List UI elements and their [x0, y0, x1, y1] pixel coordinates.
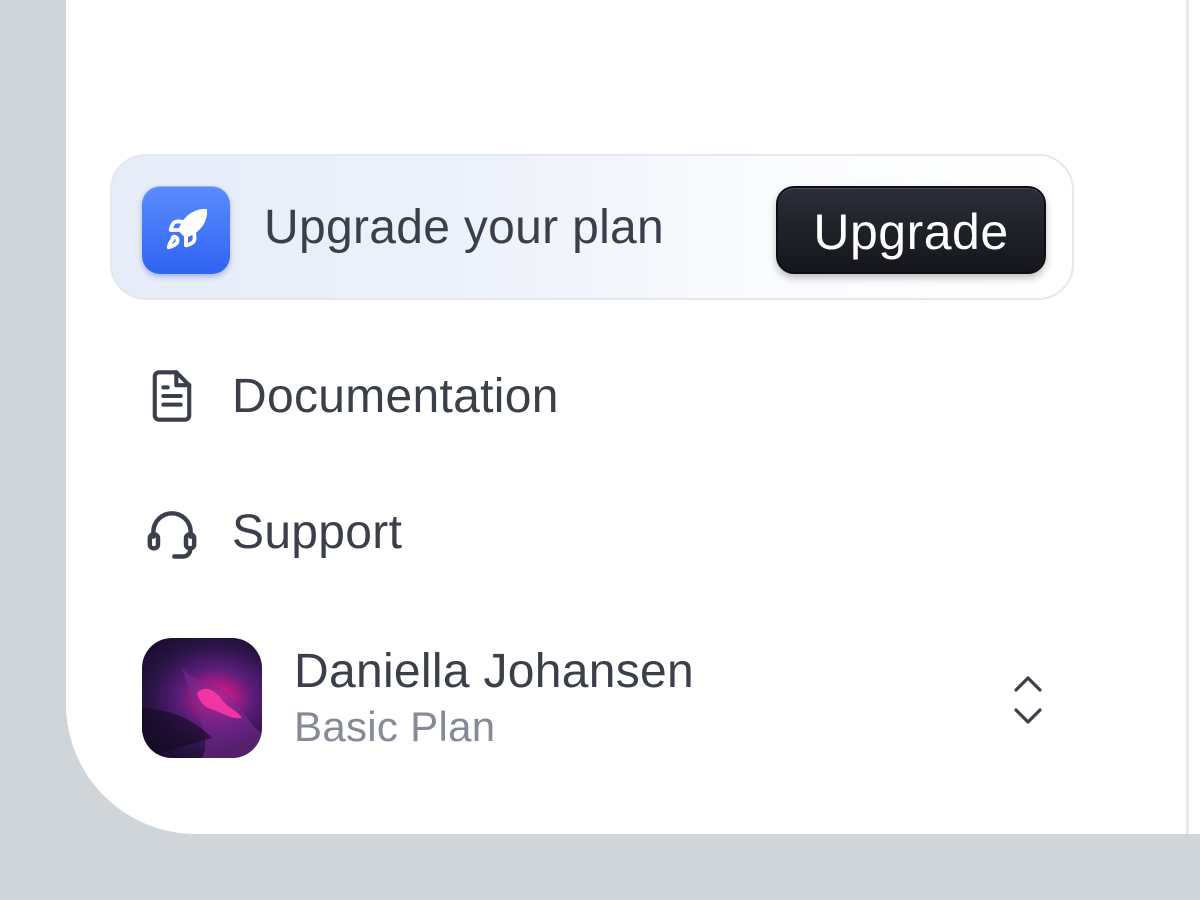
document-icon [144, 368, 200, 424]
headset-icon [144, 504, 200, 560]
upgrade-card: Upgrade your plan Upgrade [110, 154, 1074, 300]
rocket-icon [142, 186, 230, 274]
nav-item-documentation[interactable]: Documentation [144, 366, 559, 426]
chevron-up-down-icon[interactable] [998, 668, 1058, 732]
nav-item-label: Support [232, 505, 403, 559]
upgrade-plan-text: Upgrade your plan [264, 201, 665, 254]
profile-switcher[interactable]: Daniella Johansen Basic Plan [142, 638, 1042, 760]
user-plan: Basic Plan [294, 703, 496, 750]
sidebar-divider [1186, 0, 1189, 834]
nav-item-label: Documentation [232, 369, 559, 423]
user-name: Daniella Johansen [294, 645, 695, 698]
nav-item-support[interactable]: Support [144, 502, 402, 562]
avatar [142, 638, 262, 758]
upgrade-button[interactable]: Upgrade [776, 186, 1046, 274]
sidebar-panel: Upgrade your plan Upgrade Documentation … [66, 0, 1200, 834]
